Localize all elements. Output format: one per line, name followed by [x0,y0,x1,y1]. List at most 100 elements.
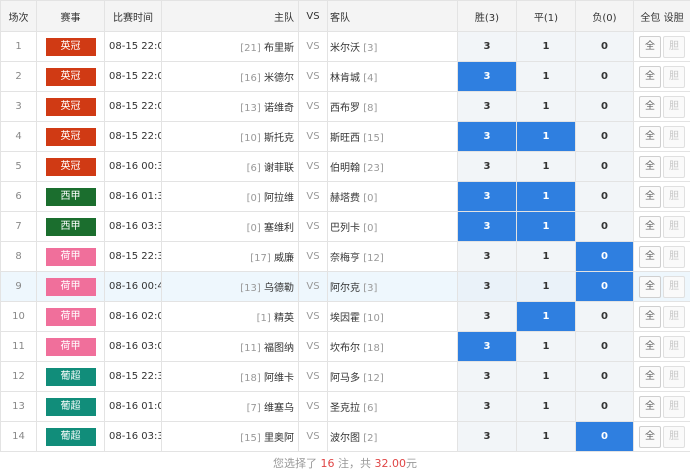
row-actions: 全胆 [633,361,690,392]
odds-draw-option[interactable]: 1 [516,151,576,182]
banker-button[interactable]: 胆 [663,125,685,148]
banker-button[interactable]: 胆 [663,425,685,448]
odds-draw-option[interactable]: 1 [516,391,576,422]
odds-draw-option[interactable]: 1 [516,91,576,122]
home-team: 福图纳 [264,343,294,354]
banker-button[interactable]: 胆 [663,65,685,88]
vs-label: VS [298,181,328,212]
header-away: 客队 [327,0,458,32]
odds-win-option[interactable]: 3 [457,271,517,302]
all-pack-button[interactable]: 全 [639,425,661,448]
odds-win-option[interactable]: 3 [457,91,517,122]
odds-win-option[interactable]: 3 [457,361,517,392]
odds-lose-option[interactable]: 0 [575,391,634,422]
odds-lose-option[interactable]: 0 [575,151,634,182]
home-rank: [13] [240,283,261,294]
all-pack-button[interactable]: 全 [639,65,661,88]
all-pack-button[interactable]: 全 [639,275,661,298]
league-badge[interactable]: 英冠 [45,67,96,86]
odds-lose-option[interactable]: 0 [575,211,634,242]
league-badge[interactable]: 西甲 [45,217,96,236]
banker-button[interactable]: 胆 [663,35,685,58]
odds-lose-option[interactable]: 0 [575,241,634,272]
odds-win-option[interactable]: 3 [457,151,517,182]
banker-button[interactable]: 胆 [663,215,685,238]
odds-win-option[interactable]: 3 [457,391,517,422]
all-pack-button[interactable]: 全 [639,125,661,148]
league-badge[interactable]: 葡超 [45,367,96,386]
odds-lose-option[interactable]: 0 [575,421,634,452]
banker-button[interactable]: 胆 [663,185,685,208]
league-badge[interactable]: 英冠 [45,127,96,146]
league-badge[interactable]: 西甲 [45,187,96,206]
odds-win-option[interactable]: 3 [457,241,517,272]
match-row: 8荷甲08-15 22:30[17] 威廉VS奈梅亨 [12]310全胆 [0,241,690,272]
odds-win-option[interactable]: 3 [457,181,517,212]
league-badge[interactable]: 荷甲 [45,247,96,266]
banker-button[interactable]: 胆 [663,305,685,328]
odds-lose-option[interactable]: 0 [575,361,634,392]
row-index: 10 [0,301,37,332]
odds-win-option[interactable]: 3 [457,331,517,362]
odds-win-option[interactable]: 3 [457,121,517,152]
odds-draw-option[interactable]: 1 [516,361,576,392]
vs-label: VS [298,421,328,452]
odds-win-option[interactable]: 3 [457,31,517,62]
odds-win-option[interactable]: 3 [457,61,517,92]
league-cell: 葡超 [36,361,105,392]
league-badge[interactable]: 英冠 [45,37,96,56]
odds-lose-option[interactable]: 0 [575,31,634,62]
odds-draw-option[interactable]: 1 [516,31,576,62]
league-badge[interactable]: 荷甲 [45,277,96,296]
odds-lose-option[interactable]: 0 [575,181,634,212]
banker-button[interactable]: 胆 [663,245,685,268]
banker-button[interactable]: 胆 [663,365,685,388]
league-badge[interactable]: 荷甲 [45,307,96,326]
odds-lose-option[interactable]: 0 [575,331,634,362]
banker-button[interactable]: 胆 [663,155,685,178]
odds-draw-option[interactable]: 1 [516,421,576,452]
odds-draw-option[interactable]: 1 [516,181,576,212]
odds-lose-option[interactable]: 0 [575,301,634,332]
banker-button[interactable]: 胆 [663,395,685,418]
odds-lose-option[interactable]: 0 [575,271,634,302]
odds-draw-option[interactable]: 1 [516,301,576,332]
all-pack-button[interactable]: 全 [639,395,661,418]
odds-lose-option[interactable]: 0 [575,121,634,152]
all-pack-button[interactable]: 全 [639,185,661,208]
odds-draw-option[interactable]: 1 [516,331,576,362]
row-index: 12 [0,361,37,392]
league-badge[interactable]: 英冠 [45,157,96,176]
banker-button[interactable]: 胆 [663,335,685,358]
odds-win-option[interactable]: 3 [457,301,517,332]
league-badge[interactable]: 葡超 [45,397,96,416]
odds-draw-option[interactable]: 1 [516,211,576,242]
league-cell: 英冠 [36,61,105,92]
league-badge[interactable]: 葡超 [45,427,96,446]
banker-button[interactable]: 胆 [663,95,685,118]
odds-draw-option[interactable]: 1 [516,241,576,272]
banker-button[interactable]: 胆 [663,275,685,298]
league-badge[interactable]: 荷甲 [45,337,96,356]
odds-win-option[interactable]: 3 [457,211,517,242]
all-pack-button[interactable]: 全 [639,215,661,238]
odds-win-option[interactable]: 3 [457,421,517,452]
all-pack-button[interactable]: 全 [639,335,661,358]
odds-lose-option[interactable]: 0 [575,61,634,92]
odds-draw-option[interactable]: 1 [516,271,576,302]
home-team: 谢菲联 [264,163,294,174]
vs-label: VS [298,271,328,302]
all-pack-button[interactable]: 全 [639,305,661,328]
odds-draw-option[interactable]: 1 [516,121,576,152]
all-pack-button[interactable]: 全 [639,35,661,58]
odds-lose-option[interactable]: 0 [575,91,634,122]
all-pack-button[interactable]: 全 [639,245,661,268]
away-team-cell: 阿尔克 [3] [327,271,458,302]
all-pack-button[interactable]: 全 [639,365,661,388]
league-badge[interactable]: 英冠 [45,97,96,116]
all-pack-button[interactable]: 全 [639,155,661,178]
odds-draw-option[interactable]: 1 [516,61,576,92]
all-pack-button[interactable]: 全 [639,95,661,118]
row-actions: 全胆 [633,331,690,362]
away-rank: [0] [363,193,378,204]
